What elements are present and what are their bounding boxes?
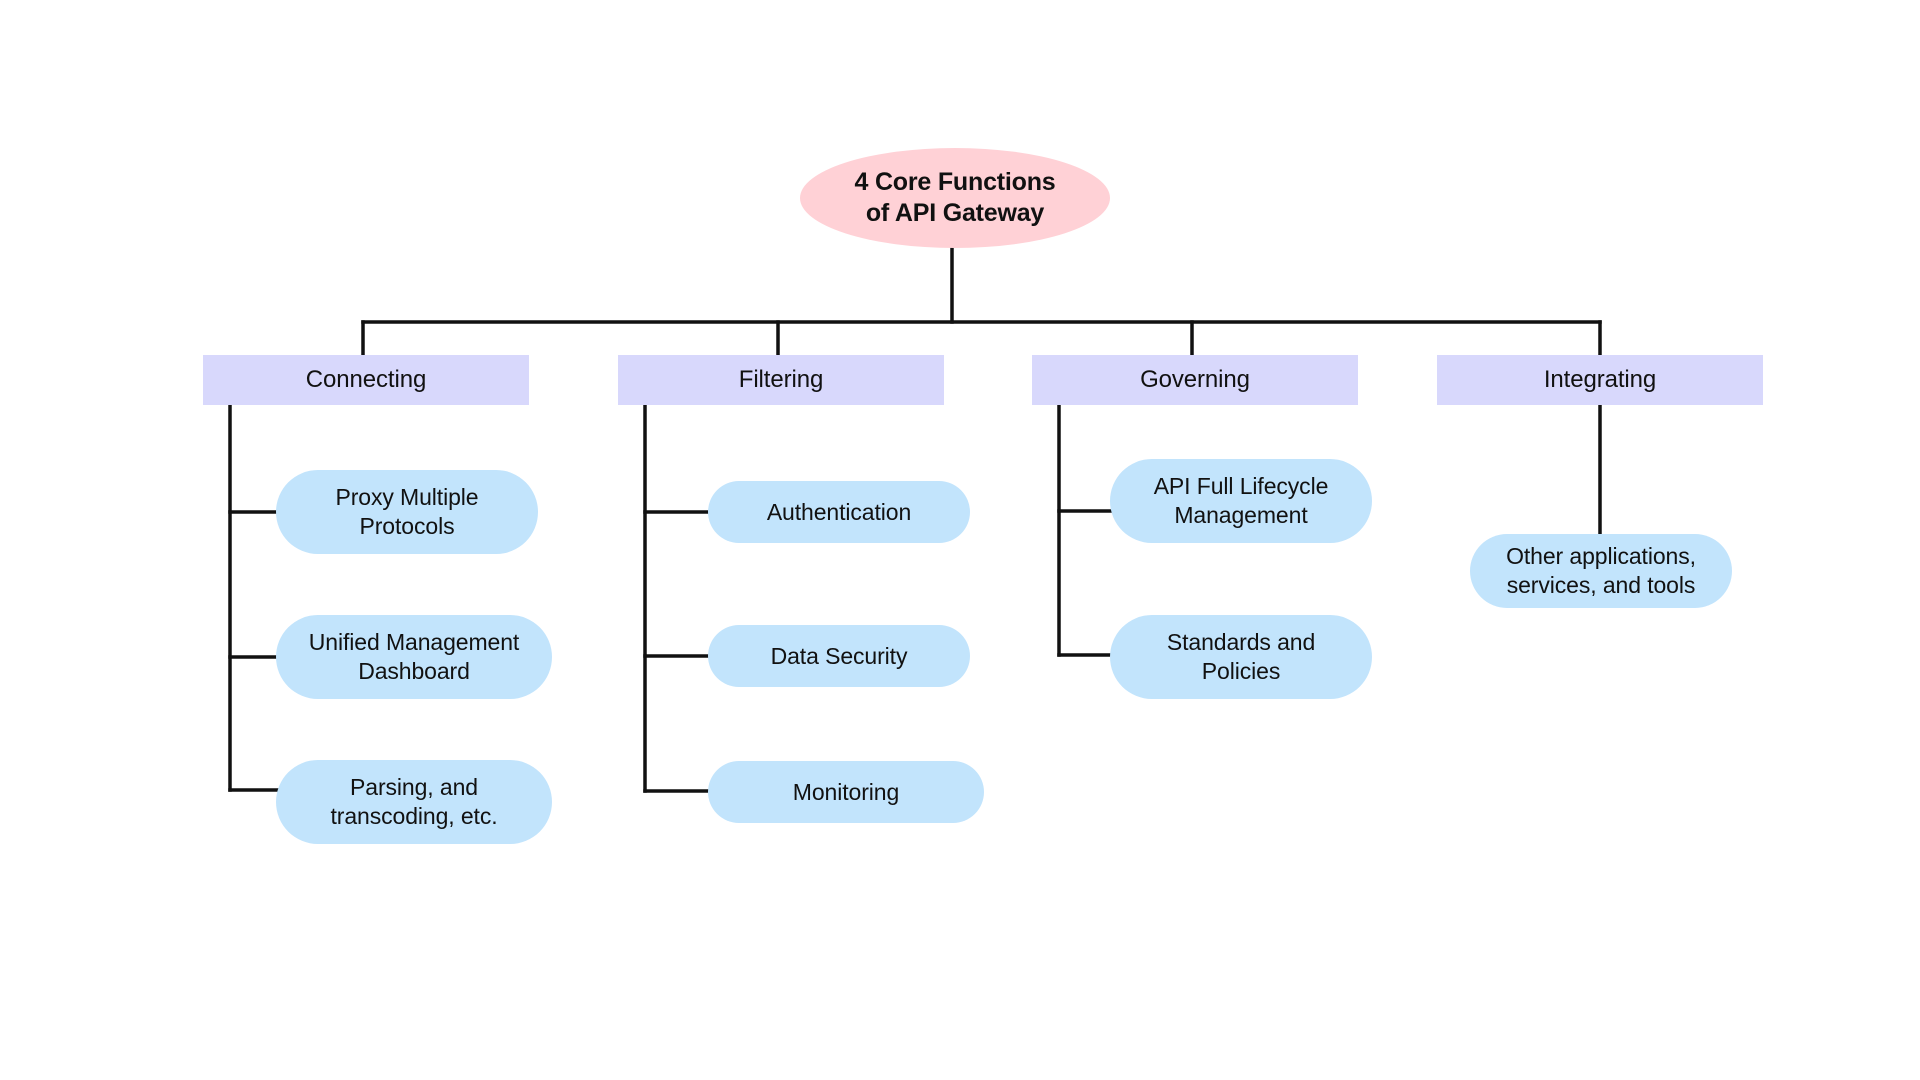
diagram-canvas: 4 Core Functions of API Gateway Connectin… <box>0 0 1920 1080</box>
root-node-4-core-functions-of-api-gateway[interactable]: 4 Core Functions of API Gateway <box>800 148 1110 248</box>
leaf-node-api-full-lifecycle-management[interactable]: API Full Lifecycle Management <box>1110 459 1372 543</box>
leaf-node-monitoring[interactable]: Monitoring <box>708 761 984 823</box>
leaf-node-proxy-multiple-protocols[interactable]: Proxy Multiple Protocols <box>276 470 538 554</box>
leaf-node-standards-and-policies[interactable]: Standards and Policies <box>1110 615 1372 699</box>
branch-node-connecting[interactable]: Connecting <box>203 355 529 405</box>
branch-node-filtering[interactable]: Filtering <box>618 355 944 405</box>
leaf-node-parsing-and-transcoding-etc[interactable]: Parsing, and transcoding, etc. <box>276 760 552 844</box>
leaf-node-unified-management-dashboard[interactable]: Unified Management Dashboard <box>276 615 552 699</box>
branch-node-integrating[interactable]: Integrating <box>1437 355 1763 405</box>
leaf-node-authentication[interactable]: Authentication <box>708 481 970 543</box>
branch-node-governing[interactable]: Governing <box>1032 355 1358 405</box>
leaf-node-data-security[interactable]: Data Security <box>708 625 970 687</box>
leaf-node-other-applications-services-and-tools[interactable]: Other applications, services, and tools <box>1470 534 1732 608</box>
